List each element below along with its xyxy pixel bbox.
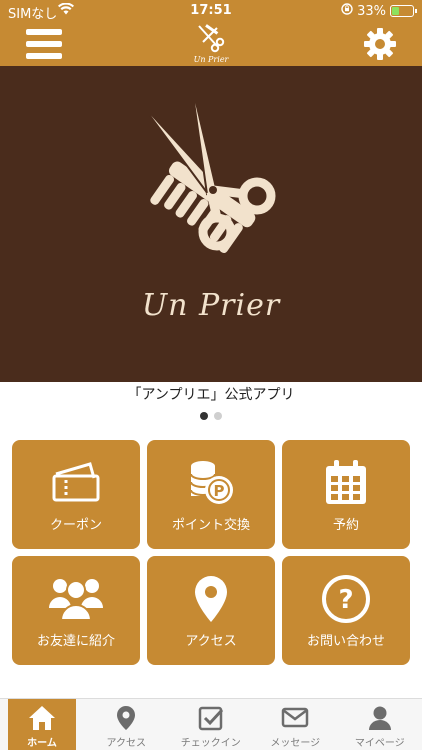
carousel-dot-1[interactable] — [200, 412, 208, 420]
tab-access[interactable]: アクセス — [84, 699, 169, 750]
question-icon: ? — [282, 574, 410, 624]
svg-text:?: ? — [338, 585, 353, 615]
tab-label: メッセージ — [270, 738, 321, 749]
orientation-lock-icon — [341, 3, 353, 19]
tile-label: お友達に紹介 — [36, 634, 115, 649]
map-pin-icon — [147, 574, 275, 624]
menu-grid: クーポン P ポイント交換 予約 お友達に紹介 アクセス ? お問い合わせ — [12, 440, 410, 665]
battery-icon — [390, 5, 417, 17]
checkin-icon — [169, 705, 254, 731]
map-pin-icon — [84, 705, 169, 731]
tile-label: アクセス — [185, 634, 237, 649]
tile-refer-friend[interactable]: お友達に紹介 — [12, 556, 140, 665]
tile-contact[interactable]: ? お問い合わせ — [282, 556, 410, 665]
tile-label: クーポン — [49, 518, 102, 533]
battery-percent: 33% — [357, 3, 386, 19]
bottom-tab-bar: ホーム アクセス チェックイン メッセージ マイページ — [0, 698, 422, 750]
hero-banner[interactable]: Un Prier — [0, 66, 422, 382]
tab-label: マイページ — [354, 738, 405, 749]
banner-caption: 「アンプリエ」公式アプリ — [127, 387, 295, 403]
tab-label: ホーム — [27, 738, 57, 749]
tab-label: チェックイン — [180, 738, 241, 749]
coins-icon: P — [147, 458, 275, 508]
tile-label: 予約 — [332, 518, 359, 533]
tile-access[interactable]: アクセス — [147, 556, 275, 665]
hamburger-icon[interactable] — [26, 28, 62, 60]
tile-label: お問い合わせ — [306, 634, 385, 649]
mail-icon — [253, 705, 338, 729]
carousel-indicator[interactable] — [0, 412, 422, 420]
user-icon — [338, 705, 422, 731]
header-logo: Un Prier — [190, 24, 232, 64]
scissors-comb-icon — [198, 24, 225, 53]
app-header: Un Prier — [0, 22, 422, 66]
tile-label: ポイント交換 — [171, 518, 250, 533]
home-icon — [8, 705, 76, 731]
tab-home[interactable]: ホーム — [8, 699, 76, 750]
scissors-comb-logo — [138, 80, 276, 254]
tab-label: アクセス — [106, 738, 147, 749]
banner-brand-text: Un Prier — [141, 288, 281, 323]
calendar-icon — [282, 458, 410, 508]
tab-checkin[interactable]: チェックイン — [169, 699, 254, 750]
header-logo-text: Un Prier — [193, 55, 229, 64]
gear-icon[interactable] — [362, 26, 398, 62]
tile-coupon[interactable]: クーポン — [12, 440, 140, 549]
users-icon — [12, 574, 140, 624]
status-bar: SIMなし 17:51 33% — [0, 0, 422, 22]
tab-mypage[interactable]: マイページ — [338, 699, 422, 750]
tile-reservation[interactable]: 予約 — [282, 440, 410, 549]
tab-messages[interactable]: メッセージ — [253, 699, 338, 750]
battery-fill — [392, 7, 399, 15]
svg-text:P: P — [214, 482, 225, 500]
carousel-dot-2[interactable] — [214, 412, 222, 420]
tile-point-exchange[interactable]: P ポイント交換 — [147, 440, 275, 549]
ticket-icon — [12, 458, 140, 508]
